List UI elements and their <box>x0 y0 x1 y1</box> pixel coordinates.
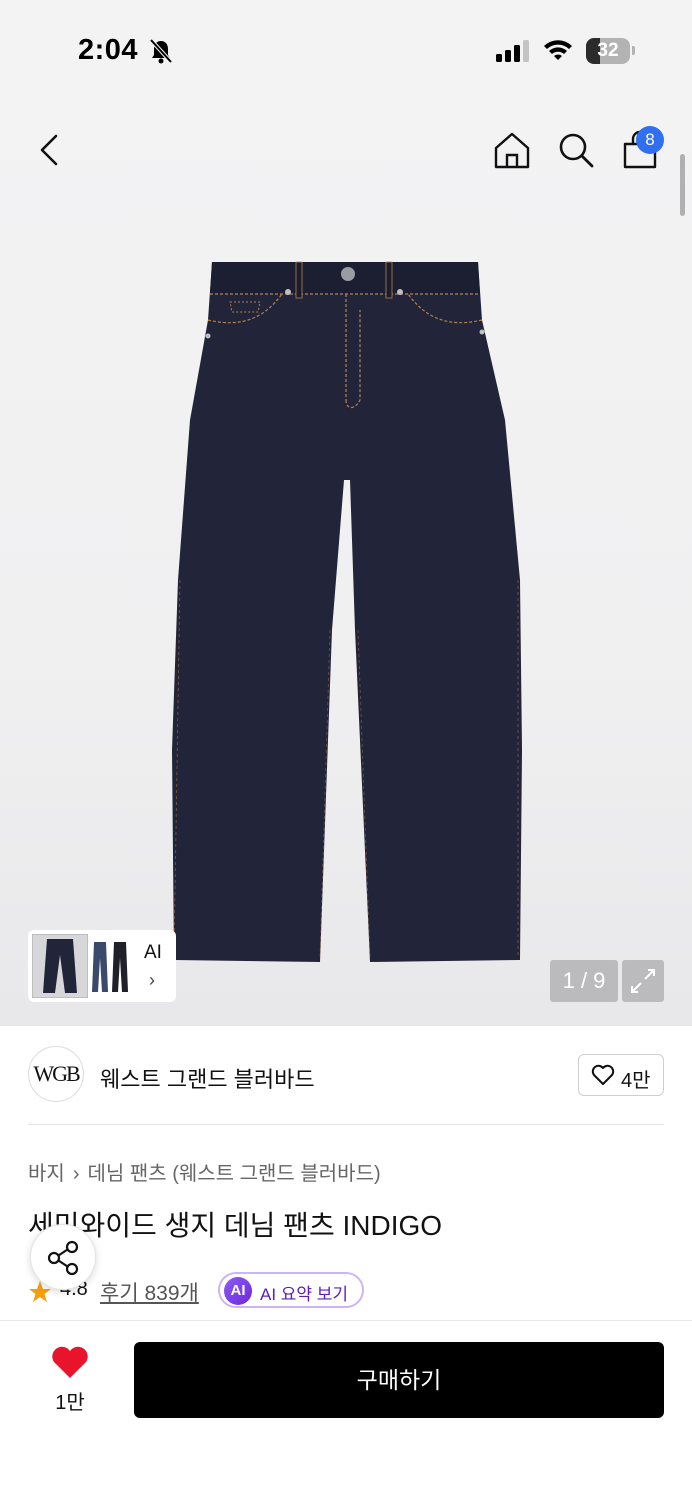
breadcrumb: 바지 › 데님 팬츠 (웨스트 그랜드 블러바드) <box>28 1157 381 1186</box>
battery-icon: 32 <box>586 38 630 64</box>
breadcrumb-item-category[interactable]: 바지 <box>28 1157 65 1186</box>
brand-name[interactable]: 웨스트 그랜드 블러바드 <box>100 1062 315 1094</box>
heart-outline-icon <box>591 1064 615 1085</box>
wishlist-count: 1만 <box>55 1392 85 1414</box>
cellular-signal-icon <box>496 40 529 62</box>
cart-count-badge: 8 <box>636 126 664 154</box>
home-icon[interactable] <box>492 130 532 170</box>
status-bar: 2:04 32 <box>0 0 692 100</box>
chevron-right-icon: › <box>72 1163 80 1185</box>
ai-summary-label: AI 요약 보기 <box>260 1285 349 1304</box>
breadcrumb-item-subcategory[interactable]: 데님 팬츠 (웨스트 그랜드 블러바드) <box>87 1157 380 1186</box>
back-chevron-icon[interactable] <box>36 132 66 168</box>
review-count-link[interactable]: 후기 839개 <box>100 1277 199 1307</box>
thumbnail-strip[interactable]: AI › <box>28 930 176 1002</box>
status-time: 2:04 <box>78 34 139 66</box>
divider <box>28 1124 664 1125</box>
share-icon <box>47 1240 79 1276</box>
search-icon[interactable] <box>556 130 596 170</box>
chevron-right-icon[interactable]: › <box>149 970 155 991</box>
wifi-icon <box>544 40 572 60</box>
ai-badge: AI <box>224 1277 252 1305</box>
brand-like-button[interactable]: 4만 <box>578 1054 664 1096</box>
battery-percent: 32 <box>597 40 619 61</box>
brand-logo[interactable]: WGB <box>28 1046 84 1102</box>
scrollbar-thumb[interactable] <box>680 154 685 216</box>
expand-icon <box>631 969 655 993</box>
brand-like-count: 4만 <box>621 1070 651 1092</box>
ai-summary-button[interactable]: AI AI 요약 보기 <box>218 1272 364 1308</box>
share-button[interactable] <box>30 1224 96 1290</box>
battery-cap <box>632 46 635 55</box>
thumbnail-image-2[interactable] <box>88 938 136 996</box>
expand-button[interactable] <box>622 960 664 1002</box>
buy-button[interactable]: 구매하기 <box>134 1342 664 1418</box>
thumbnail-ai-label: AI <box>144 942 162 963</box>
heart-filled-icon[interactable] <box>50 1346 90 1380</box>
product-image <box>172 261 522 962</box>
bell-slash-icon <box>149 38 173 64</box>
image-page-counter: 1 / 9 <box>550 960 618 1002</box>
thumbnail-image[interactable] <box>32 934 88 998</box>
